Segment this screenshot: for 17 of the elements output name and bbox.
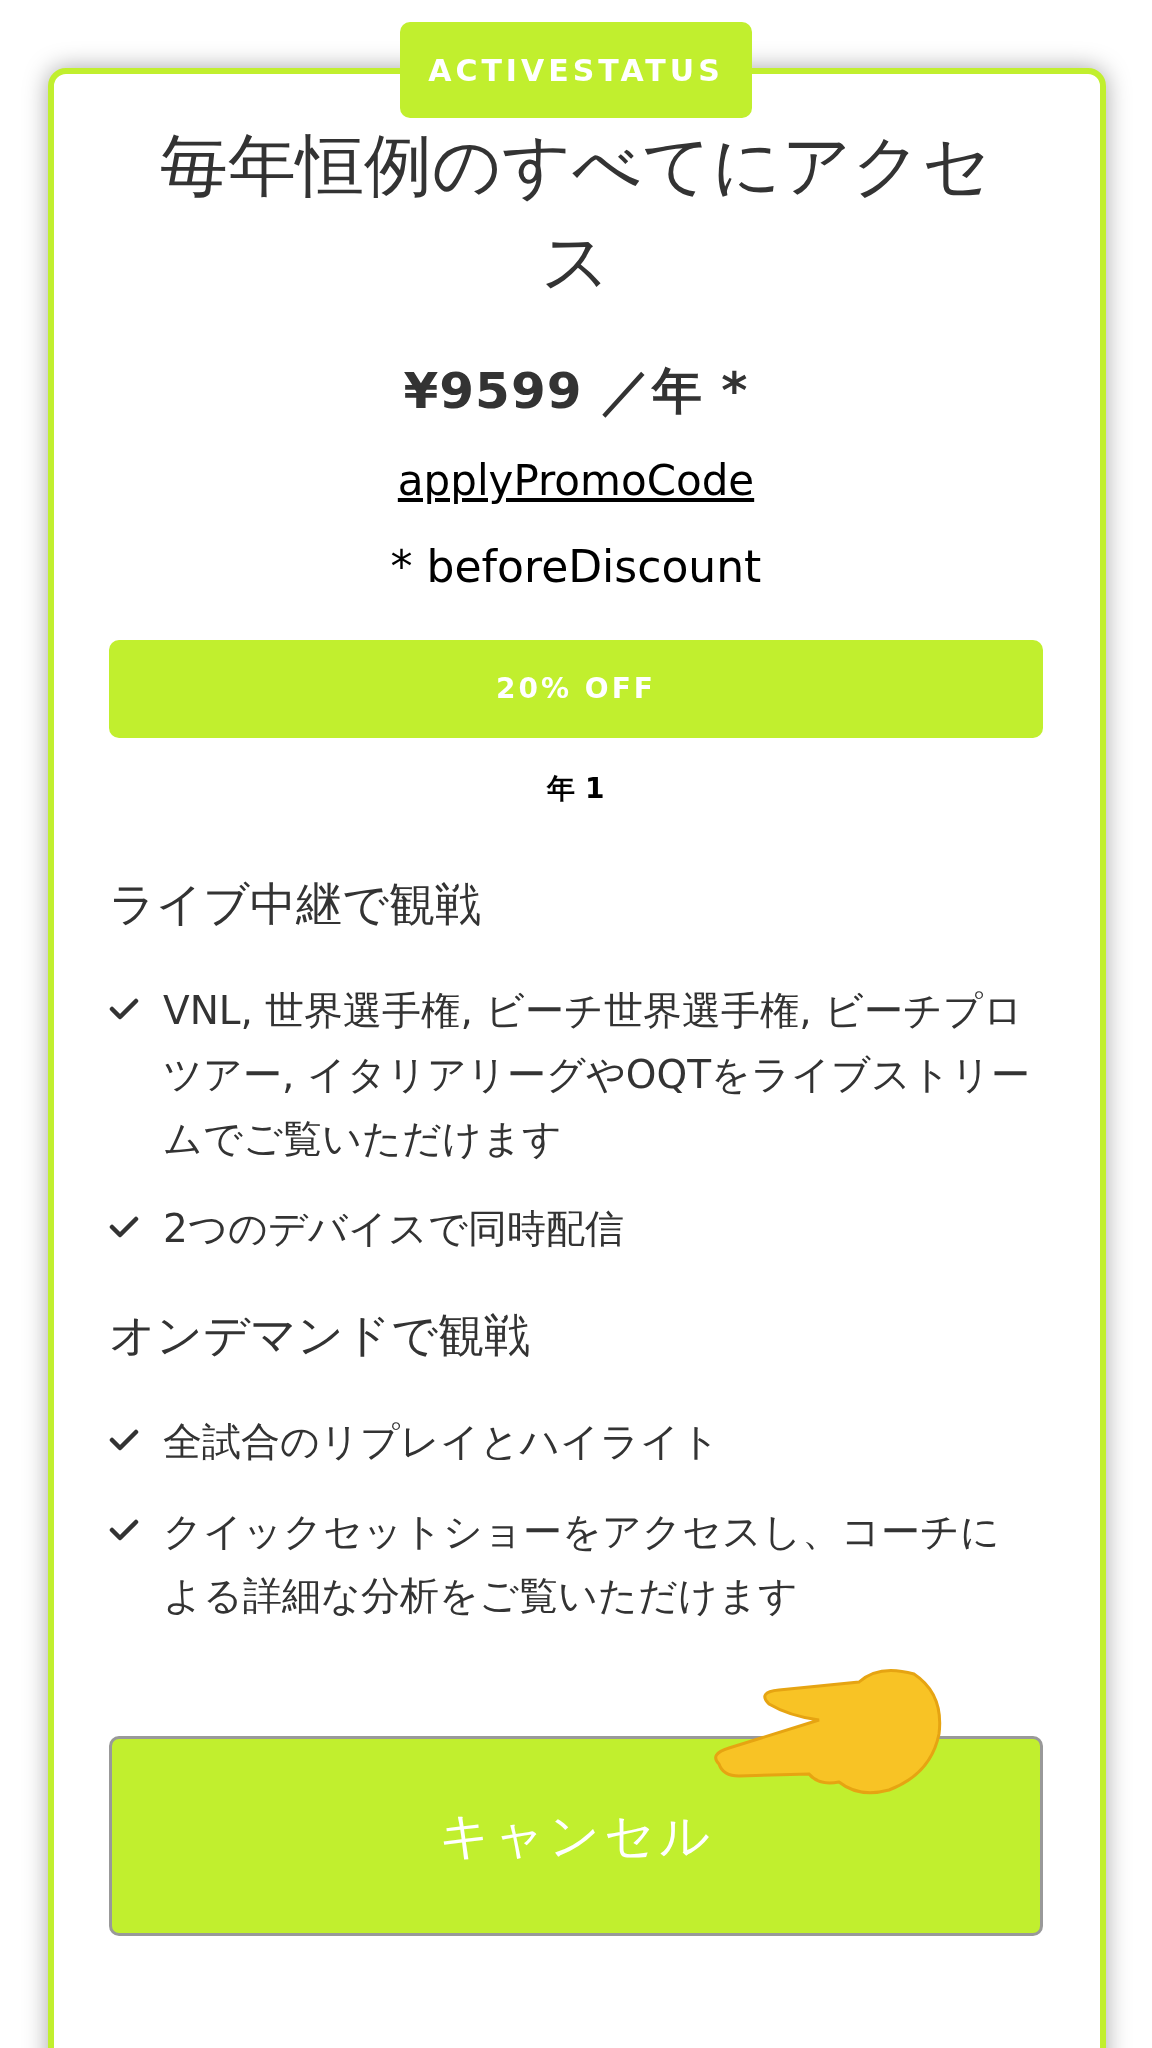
- section-heading: ライブ中継で観戦: [109, 876, 482, 933]
- feature-text: 全試合のリプレイとハイライト: [163, 1418, 721, 1466]
- billing-period: 年 1: [547, 771, 605, 807]
- check-icon: [109, 1518, 139, 1542]
- feature-text: 2つのデバイスで同時配信: [163, 1205, 625, 1253]
- price: ¥9599 ／年 *: [403, 361, 749, 422]
- check-icon: [109, 997, 139, 1021]
- promo-code-link[interactable]: applyPromoCode: [397, 449, 755, 512]
- feature-text: VNL, 世界選手権, ビーチ世界選手権, ビーチプロツアー, イタリアリーグやOQTをライブストリームでご覧いただけます: [163, 987, 1031, 1163]
- feature-text: クイックセットショーをアクセスし、コーチによる詳細な分析をご覧いただけます: [163, 1508, 1001, 1620]
- status-badge: ACTIVESTATUS: [400, 22, 752, 118]
- plan-title: 毎年恒例のすべてにアクセス: [159, 125, 993, 303]
- discount-note: * beforeDiscount: [390, 540, 762, 594]
- section-heading: オンデマンドで観戦: [109, 1307, 531, 1364]
- discount-bar: 20% OFF: [109, 640, 1043, 738]
- check-icon: [109, 1428, 139, 1452]
- check-icon: [109, 1215, 139, 1239]
